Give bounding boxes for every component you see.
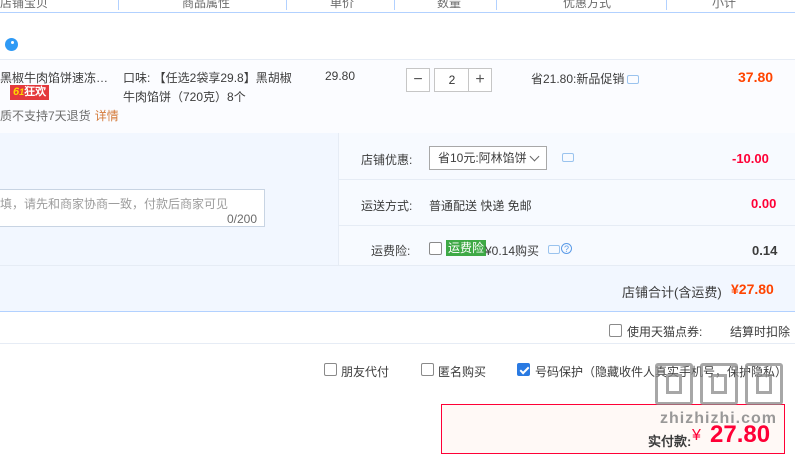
watermark-logo: [700, 363, 738, 405]
promo-badge: 61狂欢: [10, 85, 50, 100]
shop-total-value: ¥27.80: [731, 281, 774, 297]
message-icon[interactable]: [562, 153, 574, 162]
badge-text: 狂欢: [24, 86, 47, 98]
table-header: 店铺宝贝 商品属性 单价 数量 优惠方式 小计: [0, 0, 795, 13]
friend-pay-label: 朋友代付: [341, 365, 390, 379]
quantity-minus-button[interactable]: −: [406, 68, 430, 92]
header-col-attr: 商品属性: [182, 0, 231, 10]
pay-label: 实付款:: [648, 434, 692, 449]
insurance-checkbox[interactable]: [429, 242, 442, 255]
header-col-subtotal: 小计: [712, 0, 737, 10]
watermark-text: zhizhizhi.com: [660, 410, 777, 427]
insurance-price: ¥0.14购买: [485, 244, 540, 258]
help-icon[interactable]: ?: [561, 243, 572, 254]
item-title[interactable]: 黑椒牛肉馅饼速冻半成品: [0, 69, 118, 86]
divider: [0, 343, 795, 344]
quantity-input[interactable]: 2: [434, 68, 470, 92]
pay-currency: ¥: [692, 427, 701, 444]
unit-price: 29.80: [325, 69, 356, 83]
friend-pay-checkbox[interactable]: [324, 363, 337, 376]
promo-method: 省21.80:新品促销: [531, 72, 625, 86]
header-col-price: 单价: [330, 0, 355, 10]
points-note: 结算时扣除: [730, 325, 791, 339]
watermark-logo: [655, 363, 693, 405]
details-link[interactable]: 详情: [95, 109, 119, 123]
watermark-logo: [745, 363, 783, 405]
item-row: [0, 59, 795, 134]
anonymous-checkbox[interactable]: [421, 363, 434, 376]
number-protect-checkbox[interactable]: [517, 363, 530, 376]
anonymous-label: 匿名购买: [438, 365, 487, 379]
no-return-note: 质不支持7天退货 详情: [0, 109, 119, 123]
memo-placeholder: 填，请先和商家协商一致，付款后商家可见: [0, 197, 229, 211]
insurance-label: 运费险:: [371, 244, 411, 258]
shop-icon: [5, 38, 18, 51]
points-checkbox[interactable]: [609, 324, 622, 337]
shipping-fee: 0.00: [751, 196, 777, 211]
insurance-tag: 运费险: [446, 240, 487, 256]
divider: [338, 179, 795, 180]
insurance-value: 0.14: [752, 243, 778, 258]
quantity-plus-button[interactable]: +: [468, 68, 492, 92]
shop-total-label: 店铺合计(含运费): [622, 285, 722, 300]
item-subtotal: 37.80: [738, 69, 774, 85]
header-col-item: 店铺宝贝: [0, 0, 49, 10]
shipping-method: 普通配送 快递 免邮: [429, 199, 532, 213]
coupon-value: -10.00: [732, 151, 769, 166]
header-col-promo: 优惠方式: [563, 0, 612, 10]
header-col-qty: 数量: [437, 0, 462, 10]
memo-char-count: 0/200: [227, 212, 258, 226]
points-label: 使用天猫点券:: [627, 325, 703, 339]
chevron-down-icon: [529, 151, 540, 162]
coupon-select[interactable]: 省10元:阿林馅饼: [429, 146, 547, 170]
shipping-label: 运送方式:: [361, 199, 413, 213]
divider: [338, 225, 795, 226]
message-icon[interactable]: [627, 75, 639, 84]
item-attributes: 口味: 【任选2袋享29.8】黑胡椒牛肉馅饼（720克）8个: [123, 71, 292, 104]
message-icon[interactable]: [548, 245, 560, 254]
coupon-label: 店铺优惠:: [361, 153, 413, 167]
